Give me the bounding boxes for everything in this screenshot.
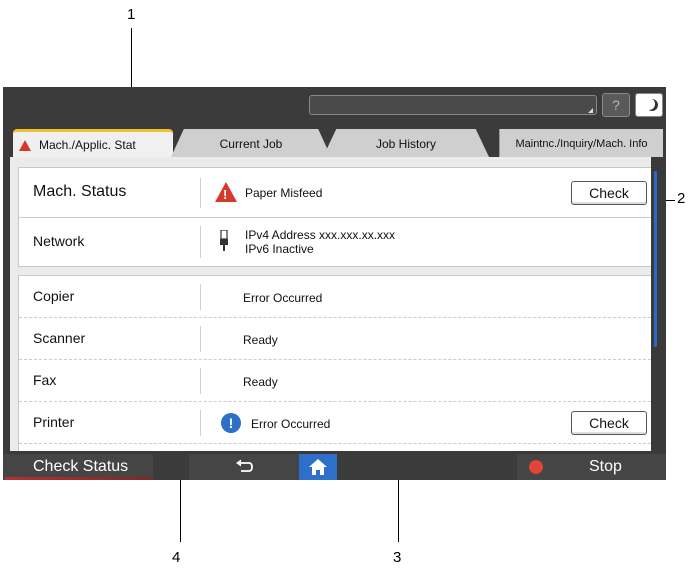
tab-current-job[interactable]: Current Job xyxy=(171,129,331,157)
callout-4: 4 xyxy=(172,549,181,566)
tab-label: Maintnc./Inquiry/Mach. Info xyxy=(515,138,648,150)
machine-status-label: Mach. Status xyxy=(33,183,127,200)
device-screen: ? Mach./Applic. Stat Current Job Job His… xyxy=(3,87,666,480)
tab-label: Mach./Applic. Stat xyxy=(39,138,136,152)
function-name: Scanner xyxy=(33,330,86,346)
back-button[interactable] xyxy=(189,454,299,480)
network-row: Network IPv4 Address xxx.xxx.xx.xxx IPv6… xyxy=(19,218,651,266)
usb-icon xyxy=(220,230,228,251)
resize-corner-icon xyxy=(588,108,593,113)
home-button[interactable] xyxy=(299,454,337,480)
tab-machine-status[interactable]: Mach./Applic. Stat xyxy=(13,129,173,159)
back-icon xyxy=(236,459,253,472)
callout-1: 1 xyxy=(127,6,136,23)
function-status: Ready xyxy=(243,333,278,347)
network-label: Network xyxy=(33,233,85,249)
function-name: Fax xyxy=(33,372,57,388)
bottom-bar: Check Status Stop xyxy=(3,454,666,480)
warning-icon: ! xyxy=(215,182,237,202)
callout-3: 3 xyxy=(393,549,402,566)
status-content: Mach. Status ! Paper Misfeed Check Netwo… xyxy=(10,157,651,451)
check-machine-status-button[interactable]: Check xyxy=(571,181,647,205)
top-bar: ? xyxy=(3,87,666,121)
divider xyxy=(200,226,201,258)
help-button[interactable]: ? xyxy=(602,93,630,117)
function-status: Error Occurred xyxy=(243,291,323,305)
function-row: Scanner Ready xyxy=(19,318,651,360)
function-row: Copier Error Occurred xyxy=(19,276,651,318)
tab-label: Job History xyxy=(375,137,437,151)
function-status: Ready xyxy=(243,375,278,389)
function-status: Error Occurred xyxy=(251,417,331,431)
check-status-button[interactable]: Check Status xyxy=(3,454,153,480)
tab-bar: Mach./Applic. Stat Current Job Job Histo… xyxy=(3,121,666,159)
tab-job-history[interactable]: Job History xyxy=(323,129,489,157)
stop-label: Stop xyxy=(589,458,622,475)
stop-icon xyxy=(529,460,543,474)
moon-icon xyxy=(643,98,655,110)
divider xyxy=(200,410,201,436)
check-printer-button[interactable]: Check xyxy=(571,411,647,435)
check-status-label: Check Status xyxy=(33,458,129,475)
tab-label: Current Job xyxy=(219,137,283,151)
info-icon: ! xyxy=(221,413,241,433)
top-text-field[interactable] xyxy=(309,95,597,115)
callout-2: 2 xyxy=(677,190,686,207)
function-name: Printer xyxy=(33,414,75,430)
ipv6-status: IPv6 Inactive xyxy=(245,242,314,256)
function-name: Copier xyxy=(33,288,75,304)
energy-saver-button[interactable] xyxy=(635,93,663,117)
function-row: Printer ! Error Occurred Check xyxy=(19,402,651,444)
machine-status-value: Paper Misfeed xyxy=(245,186,323,200)
ipv4-address: IPv4 Address xxx.xxx.xx.xxx xyxy=(245,228,396,242)
machine-status-row: Mach. Status ! Paper Misfeed Check xyxy=(19,168,651,218)
status-indicator-bar xyxy=(5,477,153,480)
function-row: Fax Ready xyxy=(19,360,651,402)
divider xyxy=(200,178,201,208)
stop-button[interactable]: Stop xyxy=(517,454,666,480)
functions-panel: Copier Error Occurred Scanner Ready Fax … xyxy=(18,275,651,451)
scrollbar[interactable] xyxy=(654,171,657,347)
home-icon xyxy=(309,459,327,475)
machine-panel: Mach. Status ! Paper Misfeed Check Netwo… xyxy=(18,167,651,267)
divider xyxy=(200,368,201,394)
tab-maintenance-info[interactable]: Maintnc./Inquiry/Mach. Info xyxy=(499,129,663,157)
divider xyxy=(200,326,201,352)
divider xyxy=(200,284,201,310)
warning-icon xyxy=(19,140,31,151)
